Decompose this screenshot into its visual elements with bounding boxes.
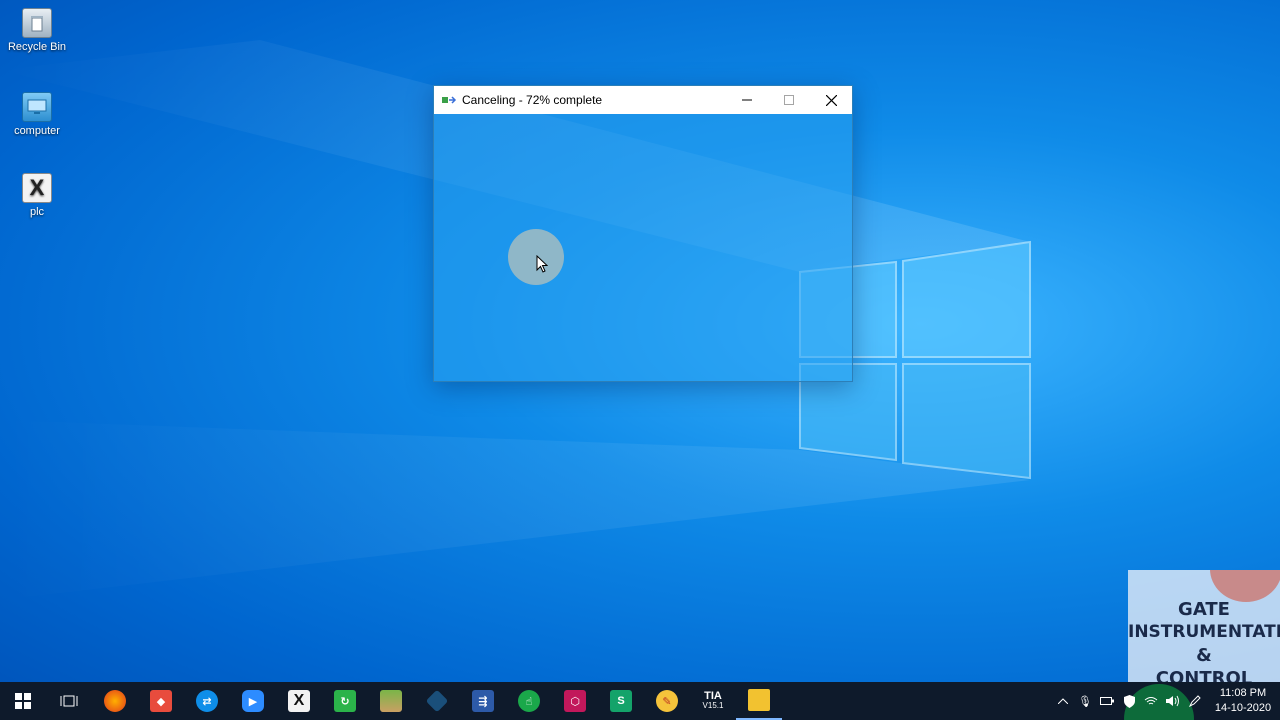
file-explorer-icon [748, 689, 770, 711]
git-icon: ⇶ [472, 690, 494, 712]
close-icon [825, 94, 837, 106]
watermark-line: INSTRUMENTATION [1128, 622, 1280, 642]
start-icon [15, 693, 31, 709]
image-app-icon [380, 690, 402, 712]
desktop-icon-label: plc [29, 206, 45, 218]
start-button[interactable] [0, 682, 46, 720]
window-title: Canceling - 72% complete [462, 93, 603, 107]
cube-app-icon: ⬡ [564, 690, 586, 712]
task-view-button[interactable] [46, 682, 92, 720]
desktop-icon-recycle-bin[interactable]: Recycle Bin [4, 8, 70, 53]
recycle-bin-icon [22, 8, 52, 38]
window-titlebar[interactable]: Canceling - 72% complete [434, 86, 852, 114]
minimize-icon [742, 99, 752, 101]
minimize-button[interactable] [726, 86, 768, 114]
system-tray: 🎙 11:08 PM 14-10-2020 [1052, 682, 1280, 720]
firefox-icon [104, 690, 126, 712]
anydesk-icon: ◆ [150, 690, 172, 712]
taskbar-app-git[interactable]: ⇶ [460, 682, 506, 720]
taskbar-app-zoom[interactable]: ▶ [230, 682, 276, 720]
wifi-icon [1144, 697, 1158, 705]
taskbar-app-xml-editor[interactable]: X [276, 682, 322, 720]
taskbar-app-tia-portal[interactable]: TIA V15.1 [690, 682, 736, 720]
zoom-icon: ▶ [242, 690, 264, 712]
tray-expand-button[interactable] [1052, 682, 1074, 720]
clock-date: 14-10-2020 [1214, 702, 1272, 714]
microphone-icon: 🎙 [1078, 695, 1092, 708]
mouse-pointer-icon [536, 255, 548, 273]
xml-editor-icon: X [288, 690, 310, 712]
channel-watermark: GATE INSTRUMENTATION & CONTROL [1128, 570, 1280, 690]
maximize-icon [784, 95, 794, 105]
taskbar-app-kite[interactable] [414, 682, 460, 720]
task-view-icon [60, 695, 78, 707]
taskbar: ◆ ⇄ ▶ X ↻ ⇶ ☝ ⬡ S ✎ TIA V15.1 🎙 11:08 PM… [0, 682, 1280, 720]
taskbar-app-sync[interactable]: S [598, 682, 644, 720]
desktop-icon-label: Recycle Bin [7, 41, 67, 53]
security-button[interactable] [1118, 682, 1140, 720]
xml-file-icon: X [22, 173, 52, 203]
close-button[interactable] [810, 86, 852, 114]
network-button[interactable] [1140, 682, 1162, 720]
taskbar-app-image-app[interactable] [368, 682, 414, 720]
taskbar-app-file-explorer[interactable] [736, 682, 782, 720]
volume-button[interactable] [1162, 682, 1184, 720]
watermark-line: GATE [1178, 599, 1230, 620]
taskbar-clock[interactable]: 11:08 PM 14-10-2020 [1206, 686, 1280, 716]
copy-progress-icon [442, 92, 458, 108]
teamviewer-icon: ⇄ [196, 690, 218, 712]
battery-icon [1100, 697, 1114, 705]
remote-tool-icon: ↻ [334, 690, 356, 712]
desktop-icon-plc[interactable]: X plc [4, 173, 70, 218]
desktop-icon-label: computer [14, 125, 60, 137]
computer-icon [22, 92, 52, 122]
taskbar-app-anydesk[interactable]: ◆ [138, 682, 184, 720]
sync-app-icon: S [610, 690, 632, 712]
taskbar-app-paint[interactable]: ✎ [644, 682, 690, 720]
desktop-icon-computer[interactable]: computer [4, 92, 70, 137]
taskbar-app-remote-tool[interactable]: ↻ [322, 682, 368, 720]
pen-icon [1189, 695, 1201, 707]
chevron-up-icon [1058, 698, 1068, 704]
tia-label: TIA [704, 690, 722, 702]
taskbar-app-touch[interactable]: ☝ [506, 682, 552, 720]
taskbar-app-firefox[interactable] [92, 682, 138, 720]
cancel-progress-window[interactable]: Canceling - 72% complete [433, 85, 853, 382]
pen-button[interactable] [1184, 682, 1206, 720]
touch-app-icon: ☝ [518, 690, 540, 712]
taskbar-app-teamviewer[interactable]: ⇄ [184, 682, 230, 720]
shield-icon [1123, 694, 1135, 708]
speaker-icon [1166, 695, 1179, 707]
clock-time: 11:08 PM [1219, 687, 1267, 699]
battery-button[interactable] [1096, 682, 1118, 720]
tia-portal-icon: TIA V15.1 [703, 691, 724, 711]
maximize-button [768, 86, 810, 114]
kite-icon [425, 689, 449, 713]
taskbar-app-cube[interactable]: ⬡ [552, 682, 598, 720]
watermark-line: & [1196, 645, 1212, 666]
microphone-button[interactable]: 🎙 [1074, 682, 1096, 720]
paint-icon: ✎ [656, 690, 678, 712]
tia-version: V15.1 [702, 701, 724, 710]
